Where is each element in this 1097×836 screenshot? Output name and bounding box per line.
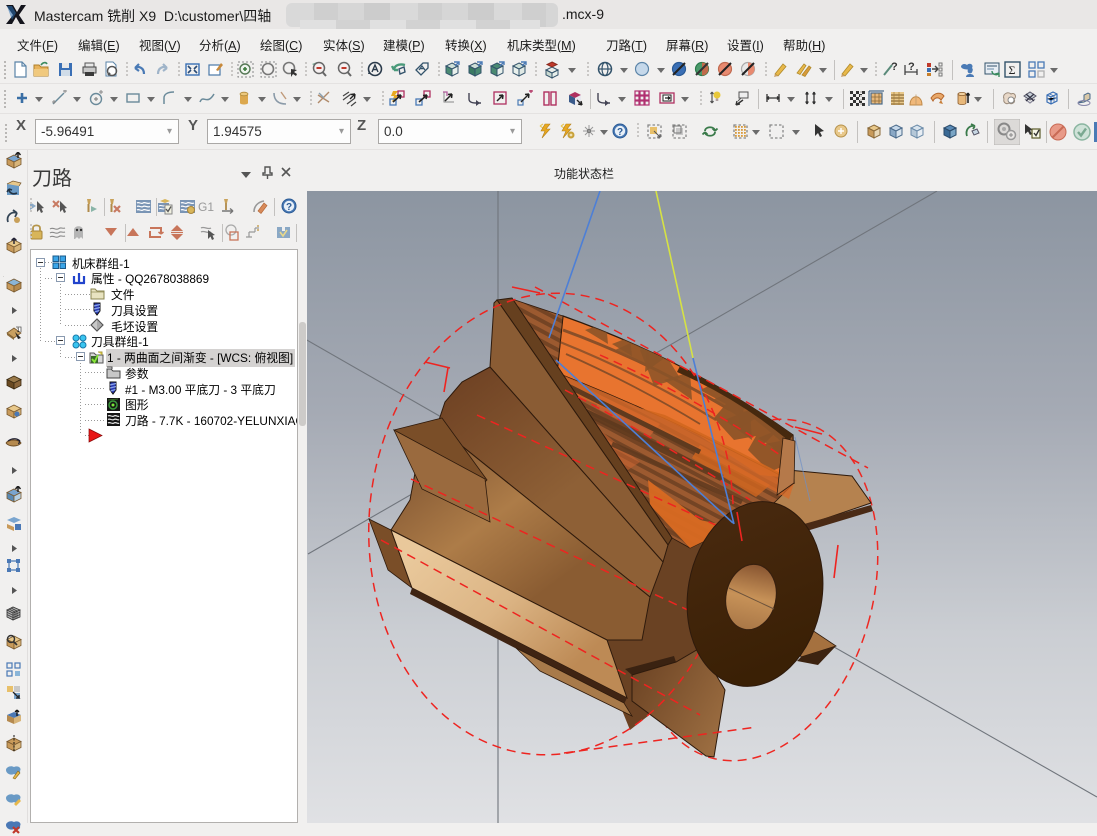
svg-text:?: ?	[891, 61, 898, 73]
svg-text:?: ?	[908, 61, 915, 73]
svg-text:Σ: Σ	[1009, 63, 1016, 77]
svg-text:?: ?	[617, 127, 623, 138]
